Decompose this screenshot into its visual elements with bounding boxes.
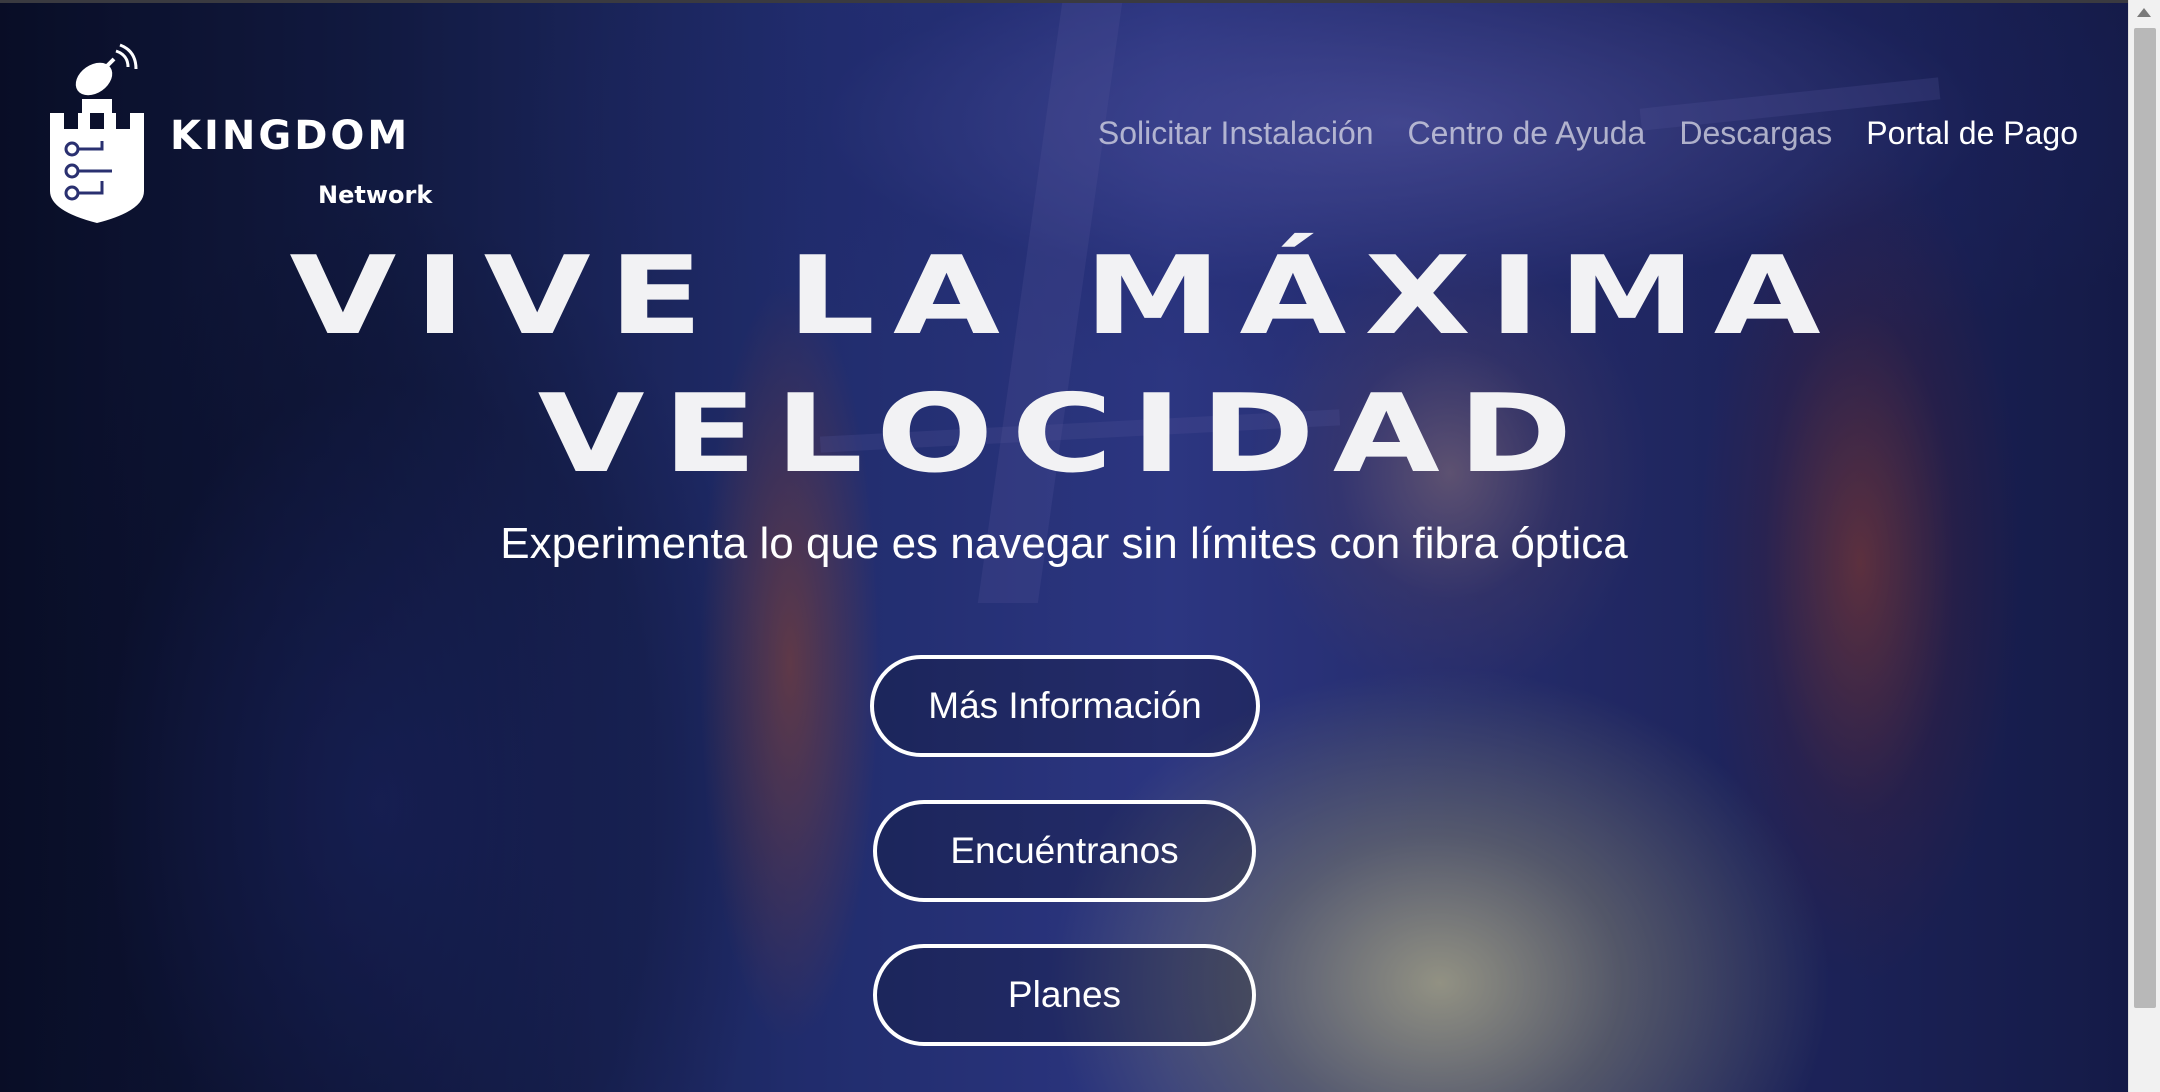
nav-portal-de-pago[interactable]: Portal de Pago — [1866, 115, 2078, 152]
scroll-up-arrow-icon[interactable] — [2137, 8, 2151, 17]
brand-subtitle: Network — [318, 181, 433, 209]
nav-solicitar-instalacion[interactable]: Solicitar Instalación — [1098, 115, 1374, 152]
hero-section: KINGDOM Network Solicitar Instalación Ce… — [0, 0, 2128, 1092]
mas-informacion-button[interactable]: Más Información — [870, 655, 1260, 757]
nav-descargas[interactable]: Descargas — [1679, 115, 1832, 152]
hero-headline-line-1: VIVE LA MÁXIMA — [289, 234, 1839, 359]
castle-satellite-icon — [50, 43, 144, 223]
hero-headline-line-2: VELOCIDAD — [537, 372, 1591, 497]
main-navigation: Solicitar Instalación Centro de Ayuda De… — [1098, 115, 2078, 152]
encuentranos-button[interactable]: Encuéntranos — [873, 800, 1256, 902]
brand-logo[interactable]: KINGDOM Network — [42, 41, 452, 231]
vertical-scrollbar[interactable] — [2128, 0, 2160, 1092]
brand-name: KINGDOM — [170, 113, 411, 159]
scrollbar-thumb[interactable] — [2134, 28, 2156, 1008]
planes-button[interactable]: Planes — [873, 944, 1256, 1046]
hero-subtitle: Experimenta lo que es navegar sin límite… — [500, 519, 1628, 568]
nav-centro-de-ayuda[interactable]: Centro de Ayuda — [1408, 115, 1646, 152]
